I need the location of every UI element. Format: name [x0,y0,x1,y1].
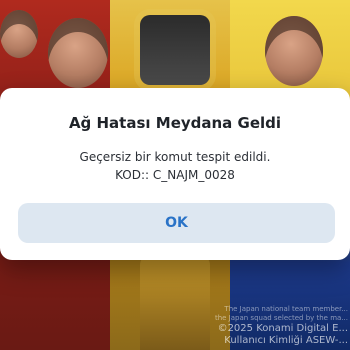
player-face-left [0,10,38,58]
trophy-base [140,255,210,350]
ok-button[interactable]: OK [18,203,335,243]
dialog-message: Geçersiz bir komut tespit edildi. KOD:: … [0,148,350,184]
network-error-dialog: Ağ Hatası Meydana Geldi Geçersiz bir kom… [0,88,350,260]
caption-line-2: the Japan squad selected by the ma... [214,314,348,322]
player-face-center-left [48,18,108,88]
background-footer-text: The Japan national team member... the Ja… [215,305,348,347]
dialog-error-code: KOD:: C_NAJM_0028 [115,168,235,182]
dialog-title: Ağ Hatası Meydana Geldi [68,114,282,132]
player-face-right [265,16,323,86]
copyright-line-2: Kullanıcı Kimliği ASEW-... [224,335,348,346]
dialog-message-line-1: Geçersiz bir komut tespit edildi. [79,150,271,164]
copyright-line-1: ©2025 Konami Digital E... [217,323,348,334]
caption-line-1: The Japan national team member... [224,305,348,313]
trophy-emblem [140,15,210,85]
